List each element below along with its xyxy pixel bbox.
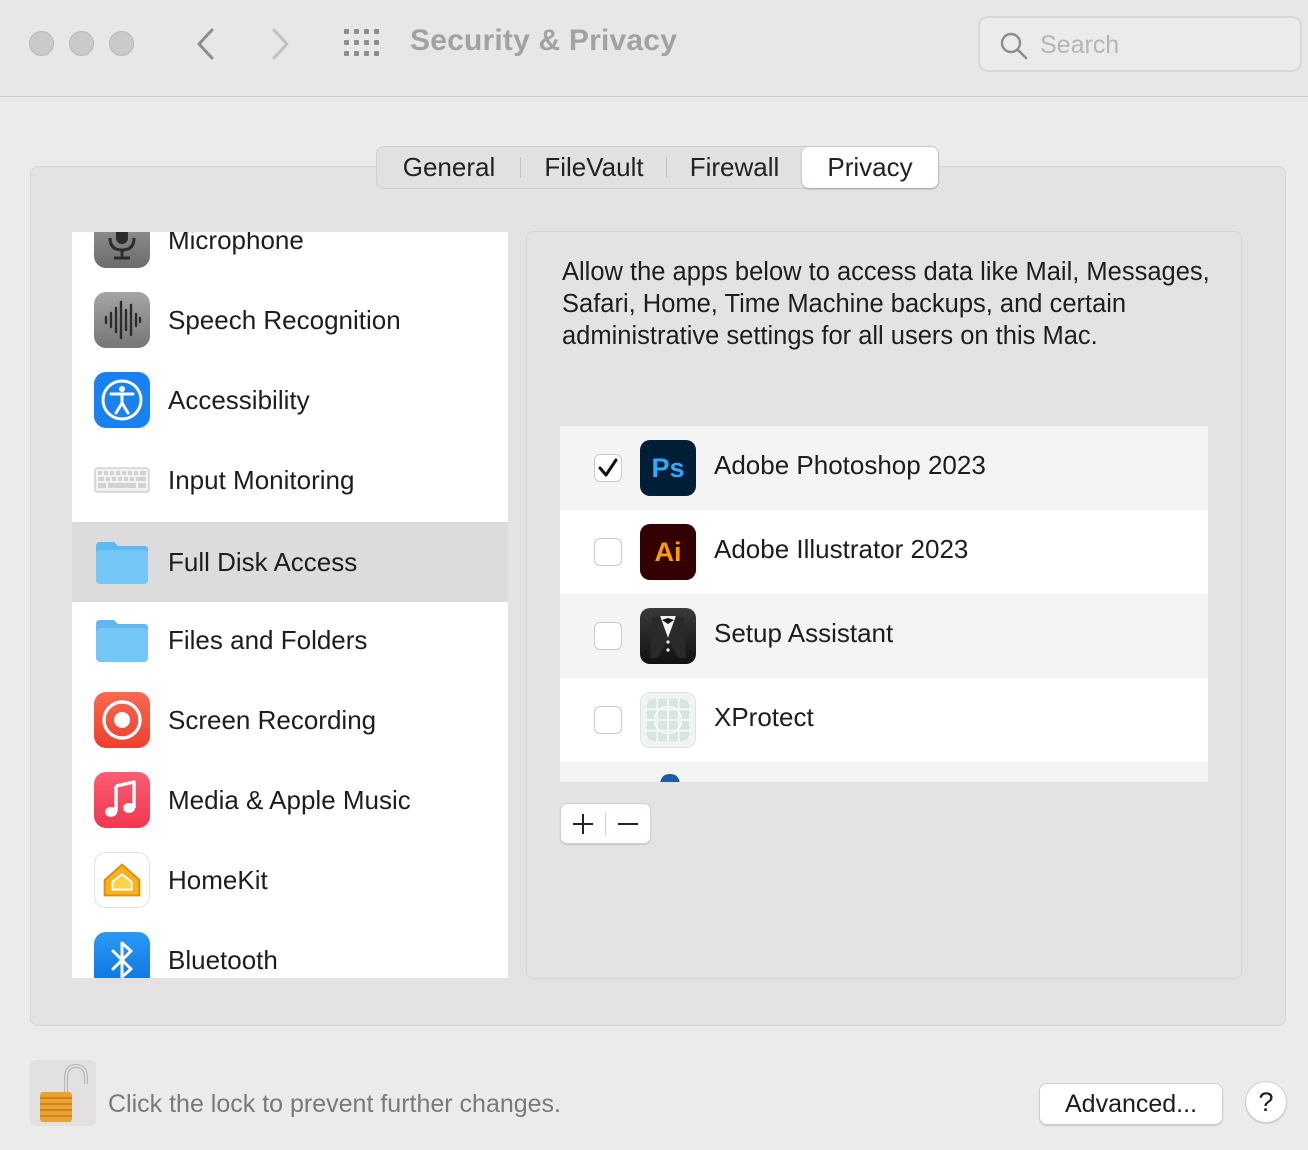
microphone-icon	[94, 232, 150, 268]
folder-icon	[94, 534, 150, 590]
zoom-window-button[interactable]	[109, 31, 134, 56]
sidebar-item-label: Microphone	[168, 232, 304, 255]
sidebar-item-label: Speech Recognition	[168, 304, 401, 335]
sidebar-item-full-disk-access[interactable]: Full Disk Access	[72, 522, 508, 602]
sidebar-item-label: Screen Recording	[168, 704, 377, 735]
sidebar-item-accessibility[interactable]: Accessibility	[72, 360, 508, 440]
help-button[interactable]: ?	[1245, 1081, 1287, 1123]
chevron-left-icon	[197, 28, 214, 60]
sidebar-item-label: Accessibility	[168, 384, 310, 415]
search-input[interactable]	[1040, 28, 1290, 62]
tab-filevault[interactable]: FileVault	[521, 147, 667, 188]
app-checkbox-xprotect[interactable]	[594, 706, 622, 734]
app-checkbox-photoshop[interactable]	[594, 454, 622, 482]
tab-firewall[interactable]: Firewall	[667, 147, 802, 188]
sidebar-item-media-apple-music[interactable]: Media & Apple Music	[72, 760, 508, 840]
sidebar-item-label: Bluetooth	[168, 944, 278, 975]
tab-general[interactable]: General	[377, 147, 521, 188]
show-all-button[interactable]	[343, 28, 381, 58]
access-description: Allow the apps below to access data like…	[562, 258, 1210, 350]
minimize-window-button[interactable]	[69, 31, 94, 56]
xprotect-icon	[640, 692, 696, 748]
checkmark-icon	[598, 458, 618, 477]
sidebar-item-microphone[interactable]: Microphone	[72, 232, 508, 280]
app-name: XProtect	[714, 702, 814, 732]
unlocked-padlock-icon	[40, 1063, 88, 1122]
minus-icon	[618, 822, 638, 825]
app-row-photoshop[interactable]: Ps Adobe Photoshop 2023	[560, 426, 1208, 510]
sidebar-item-label: HomeKit	[168, 864, 268, 895]
app-row-setup-assistant[interactable]: Setup Assistant	[560, 594, 1208, 678]
bluetooth-icon	[94, 932, 150, 978]
sidebar-item-label: Media & Apple Music	[168, 784, 411, 815]
music-note-icon	[94, 772, 150, 828]
screen-recording-icon	[94, 692, 150, 748]
sidebar-item-files-and-folders[interactable]: Files and Folders	[72, 600, 508, 680]
app-row-illustrator[interactable]: Ai Adobe Illustrator 2023	[560, 510, 1208, 594]
accessibility-icon	[94, 372, 150, 428]
search-icon	[1000, 32, 1028, 60]
app-icon-partial	[660, 774, 680, 782]
tab-privacy[interactable]: Privacy	[802, 147, 938, 188]
app-name: Adobe Illustrator 2023	[714, 534, 969, 564]
chevron-right-icon	[272, 28, 289, 60]
close-window-button[interactable]	[29, 31, 54, 56]
add-remove-control	[560, 803, 651, 844]
sidebar-item-bluetooth[interactable]: Bluetooth	[72, 920, 508, 978]
tab-bar: General FileVault Firewall Privacy	[376, 146, 939, 189]
sidebar-item-input-monitoring[interactable]: Input Monitoring	[72, 440, 508, 520]
grid-icon	[344, 29, 379, 56]
sidebar-item-label: Full Disk Access	[168, 546, 358, 577]
app-checkbox-setup-assistant[interactable]	[594, 622, 622, 650]
folder-icon	[94, 612, 150, 668]
sidebar-item-label: Input Monitoring	[168, 464, 355, 495]
help-icon: ?	[1258, 1086, 1274, 1117]
sidebar-item-label: Files and Folders	[168, 624, 368, 655]
lock-status-text: Click the lock to prevent further change…	[108, 1090, 562, 1118]
sidebar-item-screen-recording[interactable]: Screen Recording	[72, 680, 508, 760]
privacy-category-list[interactable]: Microphone Speech Recognition Accessibil…	[72, 232, 508, 978]
app-row-xprotect[interactable]: XProtect	[560, 678, 1208, 762]
illustrator-icon: Ai	[640, 524, 696, 580]
forward-button[interactable]	[266, 24, 296, 64]
tuxedo-icon	[640, 608, 696, 664]
remove-app-button[interactable]	[606, 804, 650, 843]
add-app-button[interactable]	[561, 804, 605, 843]
app-list[interactable]: Ps Adobe Photoshop 2023 Ai Adobe Illustr…	[560, 426, 1208, 782]
window-title: Security & Privacy	[410, 24, 678, 57]
waveform-icon	[94, 292, 150, 348]
title-bar: Security & Privacy	[0, 0, 1308, 97]
photoshop-icon: Ps	[640, 440, 696, 496]
search-field[interactable]	[978, 16, 1302, 72]
app-checkbox-illustrator[interactable]	[594, 538, 622, 566]
advanced-button[interactable]: Advanced...	[1039, 1083, 1223, 1125]
app-name: Adobe Photoshop 2023	[714, 450, 986, 480]
back-button[interactable]	[192, 24, 222, 64]
app-name: Setup Assistant	[714, 618, 894, 648]
lock-button[interactable]	[30, 1060, 96, 1126]
home-icon	[94, 852, 150, 908]
sidebar-item-homekit[interactable]: HomeKit	[72, 840, 508, 920]
keyboard-icon	[94, 452, 150, 508]
sidebar-item-speech-recognition[interactable]: Speech Recognition	[72, 280, 508, 360]
app-row-partial	[560, 762, 1208, 782]
plus-icon	[573, 813, 593, 834]
